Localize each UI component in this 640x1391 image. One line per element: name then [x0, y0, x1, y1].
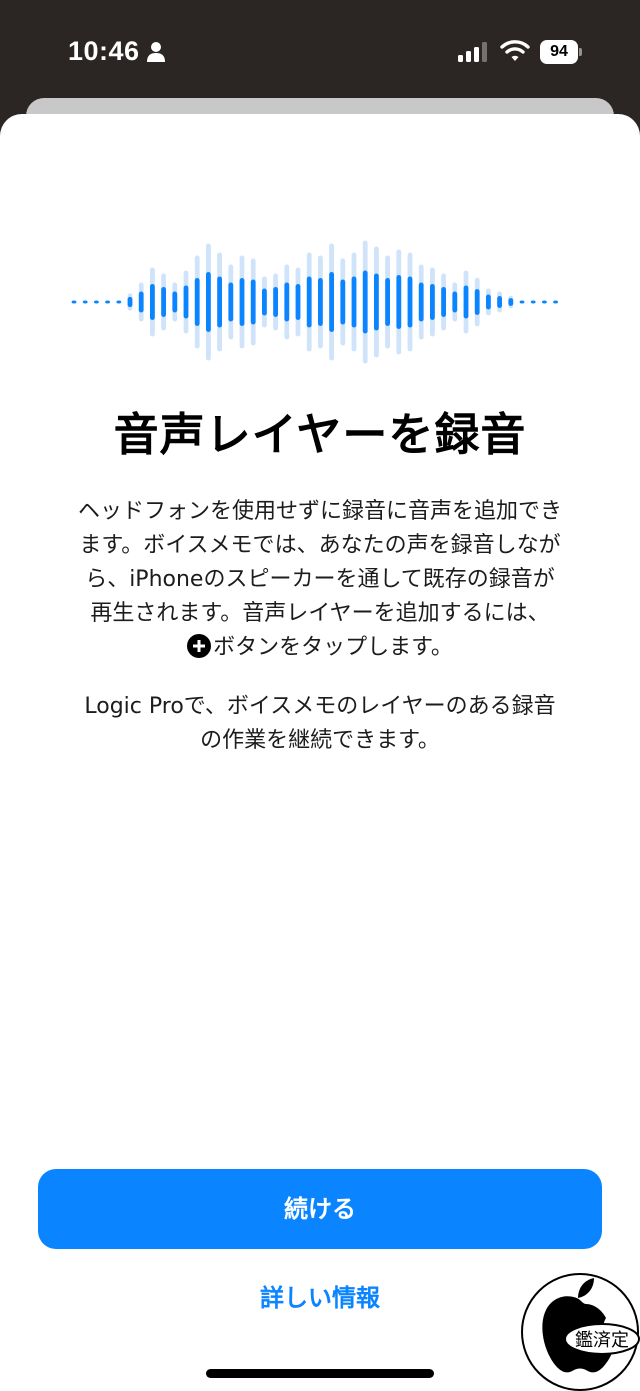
waveform-bar [105, 300, 110, 304]
waveform-bar [441, 287, 446, 317]
waveform-bar [318, 278, 323, 326]
waveform-bar [474, 289, 480, 315]
description-line: の作業を継続できます。 [200, 728, 440, 753]
waveform-bar [508, 298, 514, 306]
waveform-bar [150, 284, 155, 320]
waveform-bar [161, 287, 166, 317]
apple-logo-icon: 鑑済定 [521, 1273, 640, 1391]
description-line: ヘッドフォンを使用せずに録音に音声を追加でき [77, 499, 562, 524]
person-icon [147, 42, 165, 62]
description-line-text: ボタンをタップします。 [213, 635, 453, 660]
cellular-signal-icon [458, 42, 487, 62]
waveform-bar [183, 285, 189, 319]
wifi-icon [500, 40, 530, 61]
waveform-bar [306, 276, 312, 328]
battery-percent: 94 [540, 40, 578, 64]
waveform-bar [172, 291, 178, 313]
waveform-bar [295, 284, 301, 320]
description-paragraph-2: Logic Proで、ボイスメモのレイヤーのある録音 の作業を継続できます。 [30, 690, 610, 758]
waveform-bar [385, 278, 390, 326]
watermark-stamp-text: 鑑済定 [575, 1330, 629, 1351]
waveform-bar [262, 288, 267, 316]
waveform-bar [418, 282, 424, 322]
description-paragraph-1: ヘッドフォンを使用せずに録音に音声を追加でき ます。ボイスメモでは、あなたの声を… [30, 495, 610, 665]
home-indicator[interactable] [206, 1369, 434, 1378]
waveform-bar [250, 279, 256, 325]
waveform-bar [407, 276, 413, 328]
waveform-bar [228, 282, 234, 322]
waveform-bar [530, 300, 536, 304]
battery-icon: 94 [540, 40, 582, 64]
waveform-bar [351, 276, 357, 328]
waveform-bar [239, 278, 245, 326]
waveform-bar [273, 287, 278, 317]
waveform-bar [217, 276, 222, 328]
screen: 10:46 94 音声レイヤーを録音 ヘッドフォンを使用せずに録音に音声を追加で… [0, 0, 640, 1391]
waveform-bar [463, 285, 469, 319]
waveform-illustration [71, 240, 558, 364]
waveform-bar [127, 296, 133, 308]
description-line: ら、iPhoneのスピーカーを通して既存の録音が [85, 567, 555, 592]
waveform-bar [486, 294, 491, 310]
waveform-bar [553, 300, 558, 304]
description-line: ます。ボイスメモでは、あなたの声を録音しなが [79, 533, 561, 558]
continue-button[interactable]: 続ける [38, 1169, 602, 1249]
waveform-bar [396, 275, 402, 329]
waveform-bar [284, 282, 290, 322]
waveform-bar [94, 300, 99, 304]
plus-circle-icon [187, 634, 212, 658]
status-bar: 10:46 94 [0, 0, 640, 100]
waveform-bar [329, 272, 334, 332]
waveform-bar [71, 300, 77, 304]
description-line: 再生されます。音声レイヤーを追加するには、 [90, 601, 550, 626]
status-time: 10:46 [68, 36, 140, 66]
waveform-bar [452, 291, 458, 313]
waveform-bar [519, 300, 525, 304]
waveform-bar [82, 300, 88, 304]
waveform-bar [362, 270, 368, 334]
description-line: Logic Proで、ボイスメモのレイヤーのある録音 [84, 694, 556, 719]
waveform-bar [116, 300, 122, 304]
page-title: 音声レイヤーを録音 [113, 408, 527, 461]
waveform-bar [430, 284, 435, 320]
waveform-bar [206, 272, 211, 332]
waveform-bar [374, 273, 379, 331]
waveform-bar [497, 296, 502, 308]
description-line-with-icon: ボタンをタップします。 [30, 631, 610, 665]
battery-cap [579, 48, 582, 56]
waveform-bar [340, 279, 346, 325]
waveform-bar [138, 291, 144, 313]
waveform-bar [194, 278, 200, 326]
waveform-bar [542, 300, 547, 304]
